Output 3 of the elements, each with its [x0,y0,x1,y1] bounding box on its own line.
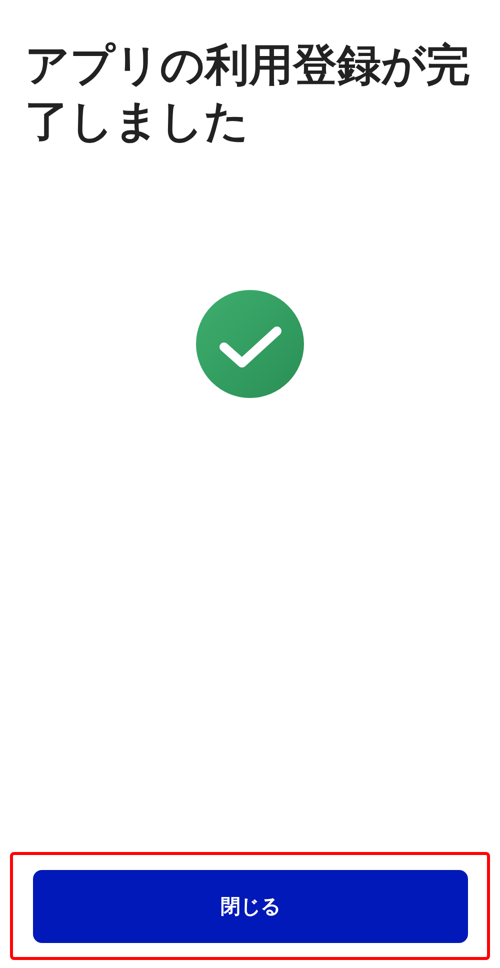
close-button[interactable]: 閉じる [33,870,468,943]
page-title: アプリの利用登録が完了しました [25,39,471,149]
success-check-icon [196,290,304,398]
